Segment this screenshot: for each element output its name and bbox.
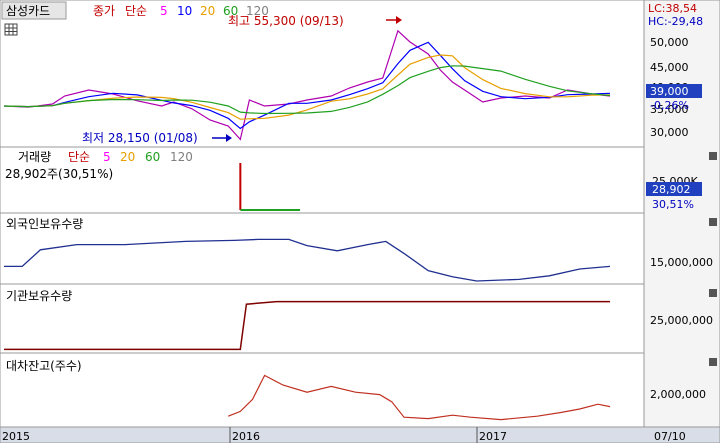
y-tick-45000: 45,000 bbox=[650, 61, 689, 74]
legend-avg: 단순 bbox=[125, 4, 147, 18]
chart-canvas[interactable]: 삼성카드 종가 단순 5 10 20 60 120 LC:38,54 HC:-2… bbox=[0, 0, 720, 443]
legend-title: 종가 bbox=[93, 4, 115, 18]
x-label-2017: 2017 bbox=[479, 430, 507, 443]
low-annotation: 최저 28,150 (01/08) bbox=[82, 131, 198, 145]
x-label-2016: 2016 bbox=[232, 430, 260, 443]
table-icon[interactable] bbox=[4, 23, 18, 36]
y-tick-50000: 50,000 bbox=[650, 36, 689, 49]
last-change: -0,26% bbox=[650, 99, 689, 112]
y-tick-30000: 30,000 bbox=[650, 126, 689, 139]
vol-ma-label-20: 20 bbox=[120, 150, 135, 164]
ma-label-5: 5 bbox=[160, 4, 168, 18]
inst-title: 기관보유수량 bbox=[6, 289, 72, 303]
inst-close-icon[interactable] bbox=[709, 289, 717, 297]
volume-close-icon[interactable] bbox=[709, 152, 717, 160]
loan-title: 대차잔고(주수) bbox=[6, 359, 82, 373]
x-axis-bar bbox=[0, 426, 720, 443]
inst-panel[interactable] bbox=[0, 283, 645, 354]
foreign-y-tick: 15,000,000 bbox=[650, 256, 713, 269]
ma-label-10: 10 bbox=[177, 4, 192, 18]
stock-chart-window: 삼성카드 종가 단순 5 10 20 60 120 LC:38,54 HC:-2… bbox=[0, 0, 720, 443]
volume-title: 거래량 bbox=[18, 150, 51, 164]
volume-avg: 단순 bbox=[68, 150, 90, 164]
volume-last-value: 28,902 bbox=[652, 183, 691, 196]
loan-close-icon[interactable] bbox=[709, 358, 717, 366]
inst-y-tick: 25,000,000 bbox=[650, 314, 713, 327]
volume-last-pct: 30,51% bbox=[652, 198, 694, 211]
vol-ma-label-60: 60 bbox=[145, 150, 160, 164]
symbol-label: 삼성카드 bbox=[6, 4, 50, 18]
volume-value-line: 28,902주(30,51%) bbox=[5, 167, 113, 181]
loan-y-tick: 2,000,000 bbox=[650, 388, 706, 401]
foreign-close-icon[interactable] bbox=[709, 218, 717, 226]
loan-panel[interactable] bbox=[0, 352, 645, 428]
lc-label: LC:38,54 bbox=[648, 2, 697, 15]
hc-label: HC:-29,48 bbox=[648, 15, 703, 28]
high-annotation: 최고 55,300 (09/13) bbox=[228, 14, 344, 28]
ma-label-20: 20 bbox=[200, 4, 215, 18]
vol-ma-label-5: 5 bbox=[103, 150, 111, 164]
last-price: 39,000 bbox=[650, 85, 689, 98]
x-label-date: 07/10 bbox=[654, 430, 686, 443]
vol-ma-label-120: 120 bbox=[170, 150, 193, 164]
x-label-2015: 2015 bbox=[2, 430, 30, 443]
foreign-title: 외국인보유수량 bbox=[6, 217, 83, 231]
